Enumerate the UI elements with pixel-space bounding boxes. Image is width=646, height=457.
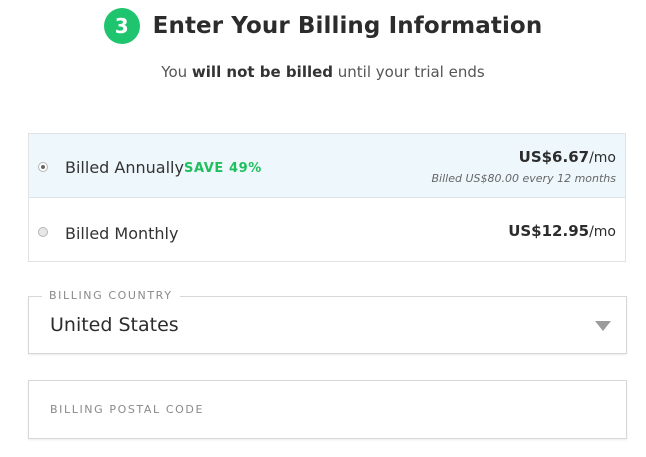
price-annual-unit: /mo: [589, 150, 616, 166]
price-annual-amount: US$6.67: [518, 148, 590, 166]
price-monthly-amount: US$12.95: [508, 222, 590, 240]
plan-label-annual: Billed Annually: [65, 158, 184, 177]
plan-option-monthly[interactable]: Billed Monthly US$12.95/mo: [29, 198, 625, 261]
billing-country-select[interactable]: BILLING COUNTRY United States: [28, 289, 627, 354]
billing-plan-selector: Billed Annually SAVE 49% US$6.67/mo Bill…: [28, 133, 626, 262]
annual-billing-note: Billed US$80.00 every 12 months: [431, 172, 616, 185]
billing-postal-input[interactable]: [29, 381, 626, 438]
radio-monthly[interactable]: [38, 227, 48, 237]
billing-postal-field[interactable]: [28, 380, 627, 439]
billing-country-value: United States: [50, 314, 179, 336]
chevron-down-icon[interactable]: [595, 321, 611, 331]
trial-notice-prefix: You: [161, 63, 192, 81]
trial-notice-suffix: until your trial ends: [333, 63, 485, 81]
price-monthly: US$12.95/mo: [508, 222, 616, 240]
billing-country-label: BILLING COUNTRY: [42, 289, 180, 302]
trial-notice: You will not be billed until your trial …: [0, 63, 646, 81]
price-monthly-unit: /mo: [589, 224, 616, 240]
step-number-badge: 3: [103, 8, 140, 44]
trial-notice-emphasis: will not be billed: [191, 63, 334, 81]
savings-badge: SAVE 49%: [184, 161, 262, 176]
price-annual: US$6.67/mo: [519, 148, 616, 166]
page-title: Enter Your Billing Information: [152, 13, 543, 39]
plan-option-annual[interactable]: Billed Annually SAVE 49% US$6.67/mo Bill…: [29, 134, 625, 198]
step-number: 3: [114, 14, 129, 38]
step-header: 3 Enter Your Billing Information: [0, 8, 646, 44]
plan-label-monthly: Billed Monthly: [65, 224, 179, 243]
radio-annual[interactable]: [38, 162, 48, 172]
